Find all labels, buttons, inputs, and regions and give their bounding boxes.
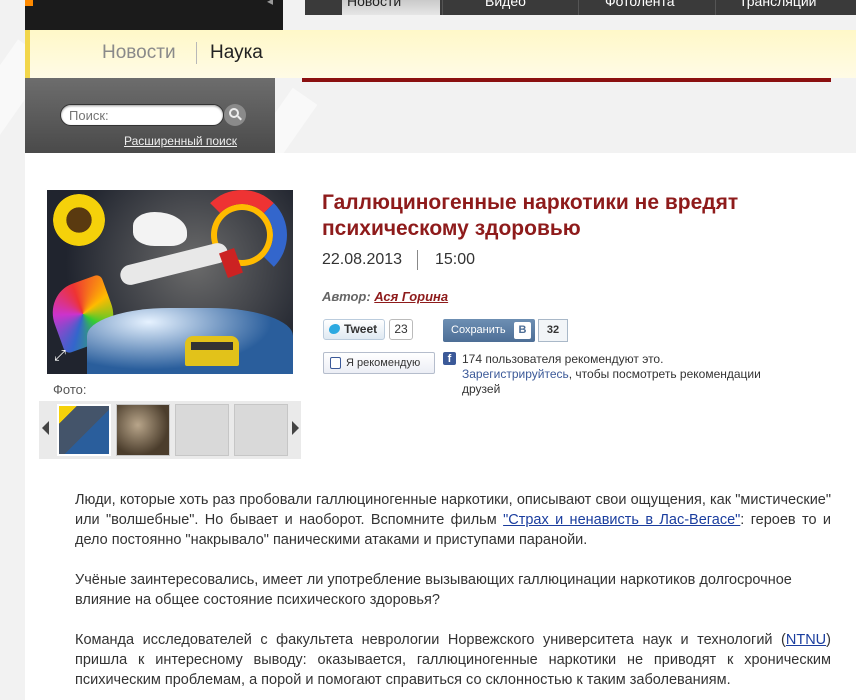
author-link[interactable]: Ася Горина xyxy=(374,289,448,304)
photo-caption-label: Фото: xyxy=(53,382,87,397)
article-paragraph-3: Команда исследователей с факультета невр… xyxy=(75,630,831,690)
facebook-logo-icon: f xyxy=(443,352,456,365)
search-button[interactable] xyxy=(224,104,246,126)
header-rule xyxy=(302,78,831,82)
facebook-recommend-count: 174 пользователя рекомендуют это. xyxy=(462,352,664,366)
article-paragraph-2: Учёные заинтересовались, имеет ли употре… xyxy=(75,572,792,608)
bus-window-image xyxy=(191,342,233,350)
paragraph-text: Команда исследователей с факультета невр… xyxy=(75,632,786,648)
facebook-recommend-button[interactable]: Я рекомендую xyxy=(323,352,435,374)
tab-video[interactable]: Видео xyxy=(485,0,545,15)
facebook-register-link[interactable]: Зарегистрируйтесь xyxy=(462,367,569,381)
breadcrumb-current: Наука xyxy=(210,42,263,63)
nav-separator xyxy=(715,0,716,15)
meta-separator xyxy=(417,250,418,270)
tweet-button[interactable]: Tweet xyxy=(323,319,385,340)
thumbnail-3[interactable] xyxy=(175,404,229,456)
tab-news[interactable]: Новости xyxy=(342,0,440,15)
thumbnail-strip xyxy=(39,401,301,459)
thumbnail-4[interactable] xyxy=(234,404,288,456)
article-date: 22.08.2013 xyxy=(322,251,403,268)
sunflower-image xyxy=(53,194,105,246)
vk-logo-icon: В xyxy=(514,322,531,339)
bus-image xyxy=(185,336,239,366)
movie-link[interactable]: "Страх и ненависть в Лас-Вегасе" xyxy=(503,512,740,528)
thumbnail-1[interactable] xyxy=(57,404,111,456)
facebook-recommend-label: Я рекомендую xyxy=(346,357,421,369)
vk-save-button[interactable]: Сохранить В xyxy=(443,319,535,342)
article-time: 15:00 xyxy=(435,251,476,268)
article-author: Автор: Ася Горина xyxy=(322,289,448,304)
breadcrumb-divider xyxy=(196,42,197,64)
tab-broadcasts[interactable]: Трансляции xyxy=(739,0,849,15)
author-label: Автор: xyxy=(322,289,371,304)
article-title: Галлюциногенные наркотики не вредят псих… xyxy=(322,191,739,240)
rainbow-image xyxy=(197,190,287,280)
advanced-search-link[interactable]: Расширенный поиск xyxy=(124,134,237,148)
search-icon-handle xyxy=(237,115,242,121)
breadcrumb: Новости Наука xyxy=(25,30,856,78)
search-panel: Расширенный поиск xyxy=(25,78,275,153)
thumbnail-prev-icon[interactable] xyxy=(42,421,49,435)
facebook-recommend-info: 174 пользователя рекомендуют это. Зареги… xyxy=(462,352,782,397)
speaker-icon[interactable]: ◂ xyxy=(267,0,273,8)
ntnu-link[interactable]: NTNU xyxy=(786,632,826,648)
article-body: Люди, которые хоть раз пробовали галлюци… xyxy=(75,490,831,700)
nav-separator xyxy=(442,0,443,15)
expand-icon[interactable]: ⤢ xyxy=(54,348,70,364)
thumbs-up-icon xyxy=(330,357,341,369)
nav-separator xyxy=(578,0,579,15)
article-paragraph-1: Люди, которые хоть раз пробовали галлюци… xyxy=(75,490,831,550)
search-field xyxy=(60,104,224,126)
tweet-count: 23 xyxy=(389,319,413,340)
brand-dot xyxy=(25,0,33,6)
vk-save-label: Сохранить xyxy=(451,324,506,336)
thumbnail-next-icon[interactable] xyxy=(292,421,299,435)
article-photo[interactable]: ⤢ xyxy=(47,190,293,374)
top-left-bar: ◂ xyxy=(25,0,283,30)
tab-photo[interactable]: Фотолента xyxy=(605,0,705,15)
thumbnail-2[interactable] xyxy=(116,404,170,456)
top-navigation: Новости Видео Фотолента Трансляции xyxy=(305,0,856,15)
twitter-bird-icon xyxy=(329,324,340,334)
article-container: ⤢ Фото: Галлюциногенные наркотики не вре… xyxy=(25,153,856,700)
vk-count: 32 xyxy=(538,319,568,342)
breadcrumb-news-link[interactable]: Новости xyxy=(102,42,176,64)
tweet-label: Tweet xyxy=(344,322,378,336)
search-input[interactable] xyxy=(69,105,219,125)
